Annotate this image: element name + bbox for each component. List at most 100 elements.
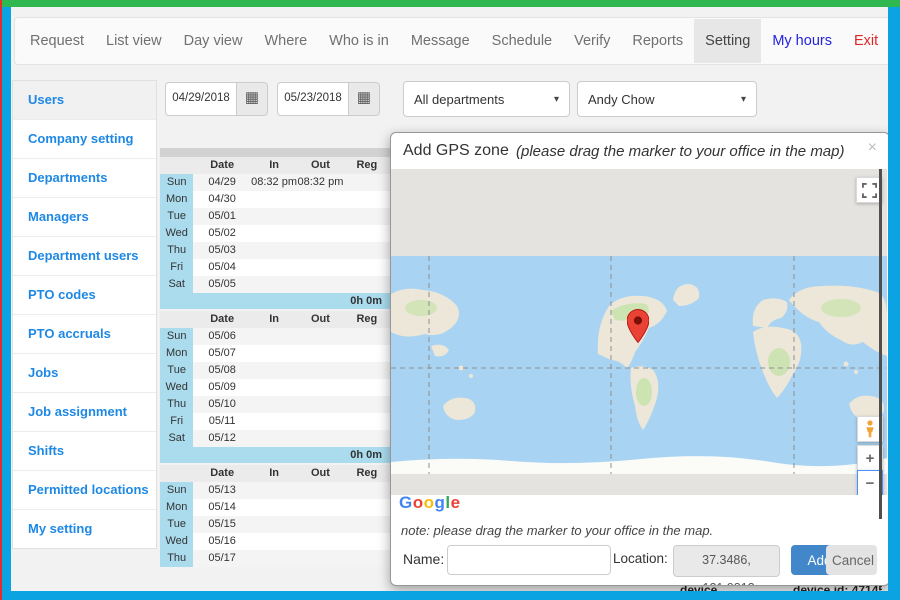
out-cell [297, 328, 343, 345]
sidebar-item-departments[interactable]: Departments [13, 159, 156, 198]
timesheet-row[interactable]: Mon04/30 [160, 191, 390, 208]
nav-item-where[interactable]: Where [253, 19, 318, 63]
day-cell: Tue [160, 208, 193, 225]
in-cell [251, 208, 297, 225]
sidebar-item-shifts[interactable]: Shifts [13, 432, 156, 471]
name-input[interactable] [447, 545, 611, 575]
timesheet-row[interactable]: Tue05/01 [160, 208, 390, 225]
sidebar-item-managers[interactable]: Managers [13, 198, 156, 237]
out-cell [297, 396, 343, 413]
out-cell [297, 276, 343, 293]
reg-cell [344, 259, 390, 276]
cancel-button[interactable]: Cancel [826, 545, 877, 575]
reg-cell [344, 345, 390, 362]
pegman-icon [863, 420, 877, 438]
nav-item-reports[interactable]: Reports [621, 19, 694, 63]
nav-item-my-hours[interactable]: My hours [761, 19, 843, 63]
sidebar-item-department-users[interactable]: Department users [13, 237, 156, 276]
out-cell [297, 516, 343, 533]
timesheet-row[interactable]: Mon05/07 [160, 345, 390, 362]
timesheet-row[interactable]: Sun04/2908:32 pm08:32 pm [160, 174, 390, 191]
date-cell: 05/03 [193, 242, 251, 259]
out-cell [297, 208, 343, 225]
in-cell [251, 259, 297, 276]
date-from-group: 04/29/2018 ▦ [165, 82, 268, 114]
timesheet-row[interactable]: Sat05/12 [160, 430, 390, 447]
date-cell: 05/17 [193, 550, 251, 567]
nav-item-day-view[interactable]: Day view [173, 19, 254, 63]
date-from-calendar-icon[interactable]: ▦ [237, 82, 268, 116]
google-map[interactable]: + − [391, 169, 887, 495]
timesheet-row[interactable]: Thu05/10 [160, 396, 390, 413]
modal-scrollbar[interactable] [879, 169, 882, 519]
in-cell [251, 379, 297, 396]
timesheet-row[interactable]: Fri05/04 [160, 259, 390, 276]
sidebar-item-job-assignment[interactable]: Job assignment [13, 393, 156, 432]
nav-item-list-view[interactable]: List view [95, 19, 173, 63]
sidebar-item-permitted-locations[interactable]: Permitted locations [13, 471, 156, 510]
sidebar-item-my-setting[interactable]: My setting [13, 510, 156, 548]
timesheet-table: DateInOutRegSun04/2908:32 pm08:32 pmMon0… [160, 148, 390, 591]
sidebar-item-users[interactable]: Users [13, 81, 156, 120]
nav-item-verify[interactable]: Verify [563, 19, 621, 63]
column-header-reg: Reg [344, 157, 390, 174]
sidebar-item-pto-accruals[interactable]: PTO accruals [13, 315, 156, 354]
world-map-svg [391, 256, 887, 474]
nav-item-schedule[interactable]: Schedule [481, 19, 563, 63]
settings-sidebar: UsersCompany settingDepartmentsManagersD… [12, 80, 157, 549]
google-logo-letter: o [413, 493, 424, 512]
name-label: Name: [403, 551, 444, 567]
reg-cell [344, 499, 390, 516]
timesheet-row[interactable]: Wed05/09 [160, 379, 390, 396]
reg-cell [344, 328, 390, 345]
timesheet-row[interactable]: Tue05/08 [160, 362, 390, 379]
timesheet-row[interactable]: Sun05/06 [160, 328, 390, 345]
sidebar-item-jobs[interactable]: Jobs [13, 354, 156, 393]
date-from-input[interactable]: 04/29/2018 [165, 82, 237, 116]
timesheet-row[interactable]: Wed05/16 [160, 533, 390, 550]
nav-item-exit[interactable]: Exit [843, 19, 889, 63]
timesheet-row[interactable]: Thu05/17 [160, 550, 390, 567]
timesheet-row[interactable]: Fri05/11 [160, 413, 390, 430]
google-logo[interactable]: Google [399, 493, 461, 513]
timesheet-row[interactable]: Sat05/05 [160, 276, 390, 293]
sidebar-item-pto-codes[interactable]: PTO codes [13, 276, 156, 315]
timesheet-row[interactable]: Thu05/03 [160, 242, 390, 259]
user-select[interactable]: Andy Chow ▾ [577, 81, 757, 117]
reg-cell [344, 482, 390, 499]
nav-item-message[interactable]: Message [400, 19, 481, 63]
frame-left-blue-bar [2, 7, 11, 600]
nav-item-setting[interactable]: Setting [694, 19, 761, 63]
reg-cell [344, 550, 390, 567]
close-icon[interactable]: × [868, 139, 877, 157]
nav-item-who-is-in[interactable]: Who is in [318, 19, 400, 63]
out-cell [297, 242, 343, 259]
timesheet-groups: DateInOutRegSun04/2908:32 pm08:32 pmMon0… [160, 157, 390, 567]
column-header-reg: Reg [344, 311, 390, 328]
in-cell [251, 242, 297, 259]
reg-cell [344, 430, 390, 447]
date-cell: 05/10 [193, 396, 251, 413]
timesheet-row[interactable]: Sun05/13 [160, 482, 390, 499]
in-cell [251, 328, 297, 345]
timesheet-row[interactable]: Wed05/02 [160, 225, 390, 242]
frame-top-green-bar [2, 0, 900, 7]
date-cell: 05/05 [193, 276, 251, 293]
day-cell: Sat [160, 276, 193, 293]
date-cell: 05/12 [193, 430, 251, 447]
timesheet-row[interactable]: Tue05/15 [160, 516, 390, 533]
nav-items: RequestList viewDay viewWhereWho is inMe… [19, 18, 889, 64]
date-to-input[interactable]: 05/23/2018 [277, 82, 349, 116]
google-logo-letter: G [399, 493, 413, 512]
day-cell: Sun [160, 482, 193, 499]
timesheet-row[interactable]: Mon05/14 [160, 499, 390, 516]
sidebar-item-company-setting[interactable]: Company setting [13, 120, 156, 159]
date-cell: 05/16 [193, 533, 251, 550]
department-select[interactable]: All departments ▾ [403, 81, 570, 117]
out-cell [297, 430, 343, 447]
user-select-value: Andy Chow [588, 92, 654, 107]
map-marker-pin[interactable] [627, 309, 649, 343]
date-to-calendar-icon[interactable]: ▦ [349, 82, 380, 116]
in-cell [251, 516, 297, 533]
nav-item-request[interactable]: Request [19, 19, 95, 63]
